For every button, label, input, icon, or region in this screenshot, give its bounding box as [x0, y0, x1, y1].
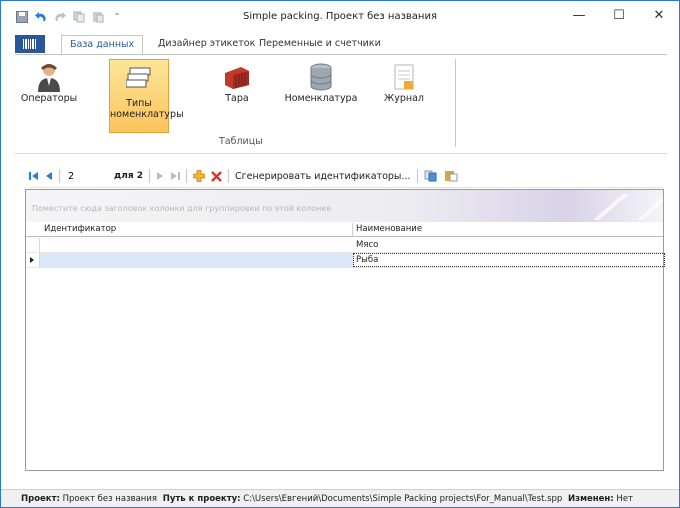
- ribbon-panel: Операторы Типы номенклатуры Тара Номенкл…: [15, 54, 667, 154]
- close-button[interactable]: ✕: [639, 1, 679, 29]
- ribbon-group-label: Таблицы: [219, 136, 263, 147]
- project-path-label: Путь к проекту:: [162, 494, 241, 504]
- navigator-separator: [228, 169, 230, 183]
- project-path: C:\Users\Евгений\Documents\Simple Packin…: [243, 494, 563, 504]
- ribbon-tabs: База данных Дизайнер этикеток Переменные…: [1, 35, 679, 55]
- group-panel-decoration: [593, 194, 663, 220]
- changed-value: Нет: [616, 494, 633, 504]
- title-bar: ⁼ Simple packing. Проект без названия — …: [1, 1, 679, 31]
- group-by-panel[interactable]: Поместите сюда заголовок колонки для гру…: [26, 190, 663, 222]
- nomenclature-types-button[interactable]: Типы номенклатуры: [109, 59, 184, 133]
- tab-label-designer[interactable]: Дизайнер этикеток: [158, 38, 255, 49]
- barcode-icon: [23, 39, 36, 49]
- maximize-button[interactable]: ☐: [599, 1, 639, 29]
- next-record-icon[interactable]: [156, 171, 164, 181]
- project-label: Проект:: [21, 494, 60, 504]
- delete-record-icon[interactable]: [211, 170, 222, 182]
- data-navigator: для 2 Сгенерировать идентификаторы...: [29, 165, 663, 188]
- container-icon: [221, 61, 253, 93]
- tab-database[interactable]: База данных: [61, 35, 144, 55]
- column-divider: [352, 223, 353, 236]
- cell-name[interactable]: Рыба: [353, 253, 665, 267]
- copy-records-icon[interactable]: [424, 170, 438, 182]
- table-row[interactable]: Мясо: [26, 238, 663, 253]
- navigator-separator: [416, 169, 418, 183]
- journal-icon: [388, 61, 420, 93]
- container-label: Тара: [225, 93, 249, 104]
- minimize-button[interactable]: —: [559, 1, 599, 29]
- row-indicator: [26, 253, 40, 267]
- status-bar: Проект: Проект без названия Путь к проек…: [1, 489, 679, 507]
- table-row-selected[interactable]: Рыба: [26, 253, 665, 268]
- operator-icon: [33, 61, 65, 93]
- journal-button[interactable]: Журнал: [381, 59, 427, 104]
- tab-variables-counters[interactable]: Переменные и счетчики: [259, 38, 381, 49]
- nomenclature-button[interactable]: Номенклатура: [285, 59, 357, 104]
- nomenclature-label: Номенклатура: [284, 93, 358, 104]
- changed-label: Изменен:: [568, 494, 614, 504]
- column-header-identifier[interactable]: Идентификатор: [44, 223, 116, 236]
- nomenclature-types-label: Типы номенклатуры: [110, 98, 184, 120]
- project-name: Проект без названия: [62, 494, 158, 504]
- column-header-name[interactable]: Наименование: [356, 223, 422, 236]
- navigator-separator: [186, 169, 188, 183]
- generate-identifiers-button[interactable]: Сгенерировать идентификаторы...: [235, 171, 410, 182]
- column-header-row: Идентификатор Наименование: [26, 223, 663, 237]
- navigator-separator: [59, 169, 60, 183]
- last-record-icon[interactable]: [170, 171, 181, 181]
- container-button[interactable]: Тара: [219, 59, 255, 104]
- cell-identifier[interactable]: [44, 238, 350, 252]
- previous-record-icon[interactable]: [45, 171, 53, 181]
- data-grid: Поместите сюда заголовок колонки для гру…: [25, 189, 665, 471]
- app-window: ⁼ Simple packing. Проект без названия — …: [0, 0, 680, 508]
- group-by-hint: Поместите сюда заголовок колонки для гру…: [32, 204, 332, 213]
- cell-identifier[interactable]: [40, 253, 353, 267]
- record-count-label: для 2: [114, 171, 144, 181]
- journal-label: Журнал: [384, 93, 424, 104]
- paste-records-icon[interactable]: [444, 170, 458, 182]
- first-record-icon[interactable]: [29, 171, 39, 181]
- ribbon-group-separator: [455, 59, 456, 147]
- database-icon: [305, 61, 337, 93]
- navigator-separator: [149, 169, 151, 183]
- operators-button[interactable]: Операторы: [21, 59, 77, 104]
- application-menu-button[interactable]: [15, 35, 45, 53]
- add-record-icon[interactable]: [193, 170, 206, 182]
- row-indicator: [26, 238, 40, 252]
- nomenclature-types-icon: [123, 62, 155, 94]
- operators-label: Операторы: [20, 93, 78, 104]
- cell-name[interactable]: Мясо: [356, 238, 378, 252]
- current-row-icon: [30, 257, 34, 263]
- current-record-input[interactable]: [66, 169, 108, 183]
